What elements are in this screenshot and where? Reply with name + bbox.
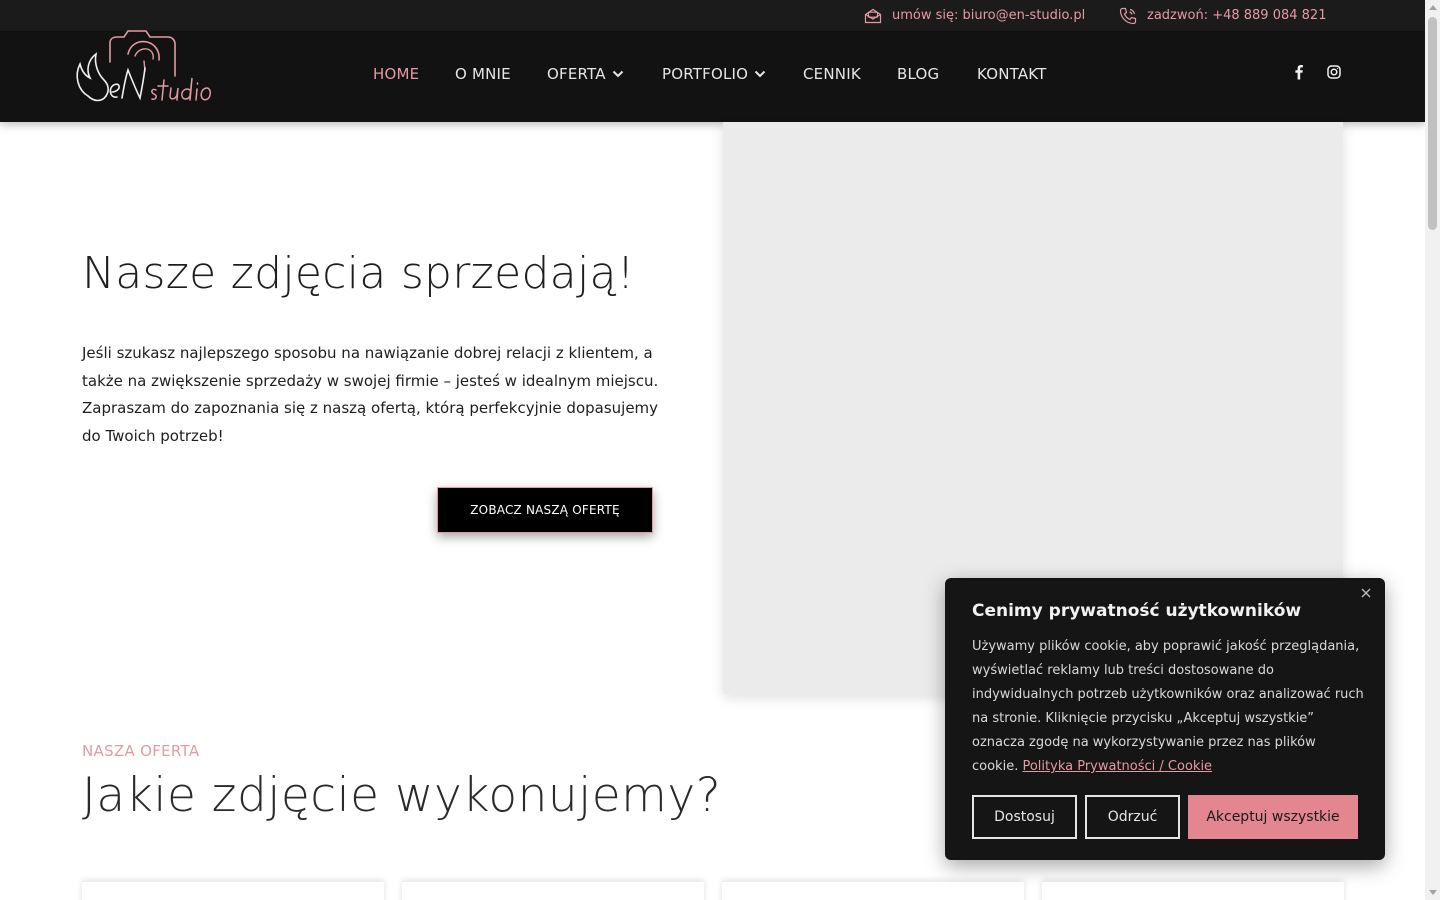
instagram-icon[interactable] <box>1326 64 1342 80</box>
phone-icon <box>1119 7 1137 24</box>
scroll-up-arrow-icon[interactable] <box>1429 5 1437 10</box>
nav-item-portfolio[interactable]: PORTFOLIO <box>662 65 766 83</box>
section-kicker: NASZA OFERTA <box>82 742 200 760</box>
nav-home-label: HOME <box>373 65 420 83</box>
hero-description-line: także na zwiększenie sprzedaży w swojej … <box>82 371 659 390</box>
hero-description-line: Zapraszam do zapoznania się z naszą ofer… <box>82 399 659 417</box>
nav-pricing-label: CENNIK <box>803 65 861 83</box>
see-offer-button[interactable]: ZOBACZ NASZĄ OFERTĘ <box>437 487 653 533</box>
facebook-icon[interactable] <box>1291 64 1307 80</box>
nav-portfolio-label: PORTFOLIO <box>662 65 749 83</box>
nav-about-label: O MNIE <box>455 65 511 83</box>
customize-button[interactable]: Dostosuj <box>972 795 1077 839</box>
page-scrollbar[interactable] <box>1425 0 1440 900</box>
chevron-down-icon <box>754 70 766 78</box>
nav-item-blog[interactable]: BLOG <box>897 65 939 83</box>
offer-card[interactable] <box>722 881 1024 900</box>
nav-offer-label: OFERTA <box>547 65 606 83</box>
nav-blog-label: BLOG <box>897 65 940 83</box>
section-title: Jakie zdjęcie wykonujemy? <box>82 768 722 823</box>
main-navigation: HOME O MNIE OFERTA PORTFOLIO CENNIK BLOG… <box>0 31 1425 122</box>
nav-item-offer[interactable]: OFERTA <box>547 65 624 83</box>
offer-card[interactable] <box>402 881 704 900</box>
reject-button[interactable]: Odrzuć <box>1085 795 1180 839</box>
nav-item-contact[interactable]: KONTAKT <box>977 65 1047 83</box>
hero-description-line: do Twoich potrzeb! <box>82 426 224 445</box>
nav-item-home[interactable]: HOME <box>373 65 419 83</box>
offer-card[interactable] <box>82 881 384 900</box>
page: umów się: biuro@en-studio.pl zadzwoń: +4… <box>0 0 1440 900</box>
nav-contact-label: KONTAKT <box>977 65 1047 83</box>
phone-contact-link[interactable]: zadzwoń: +48 889 084 821 <box>1119 0 1326 31</box>
close-icon[interactable] <box>1359 586 1373 600</box>
accept-all-button[interactable]: Akceptuj wszystkie <box>1188 795 1358 839</box>
scrollbar-thumb[interactable] <box>1428 17 1437 230</box>
offer-card[interactable] <box>1042 881 1344 900</box>
nav-item-pricing[interactable]: CENNIK <box>803 65 861 83</box>
main-header: HOME O MNIE OFERTA PORTFOLIO CENNIK BLOG… <box>0 30 1425 122</box>
hero-title: Nasze zdjęcia sprzedają! <box>82 248 635 299</box>
cookie-consent-dialog: Cenimy prywatność użytkowników Używamy p… <box>945 578 1385 860</box>
cookie-text: Używamy plików cookie, aby poprawić jako… <box>972 635 1364 779</box>
phone-contact-text: zadzwoń: +48 889 084 821 <box>1147 8 1327 23</box>
email-contact-text: umów się: biuro@en-studio.pl <box>892 8 1086 23</box>
nav-item-about[interactable]: O MNIE <box>455 65 511 83</box>
chevron-down-icon <box>612 70 623 78</box>
cookie-body-text: Używamy plików cookie, aby poprawić jako… <box>972 639 1364 774</box>
email-contact-link[interactable]: umów się: biuro@en-studio.pl <box>864 0 1085 31</box>
envelope-icon <box>864 8 882 23</box>
hero-description-line: Jeśli szukasz najlepszego sposobu na naw… <box>82 344 653 362</box>
cookie-title: Cenimy prywatność użytkowników <box>972 601 1302 621</box>
hero-description: Jeśli szukasz najlepszego sposobu na naw… <box>82 340 662 450</box>
privacy-policy-link[interactable]: Polityka Prywatności / Cookie <box>1022 759 1212 774</box>
scroll-down-arrow-icon[interactable] <box>1429 890 1437 895</box>
